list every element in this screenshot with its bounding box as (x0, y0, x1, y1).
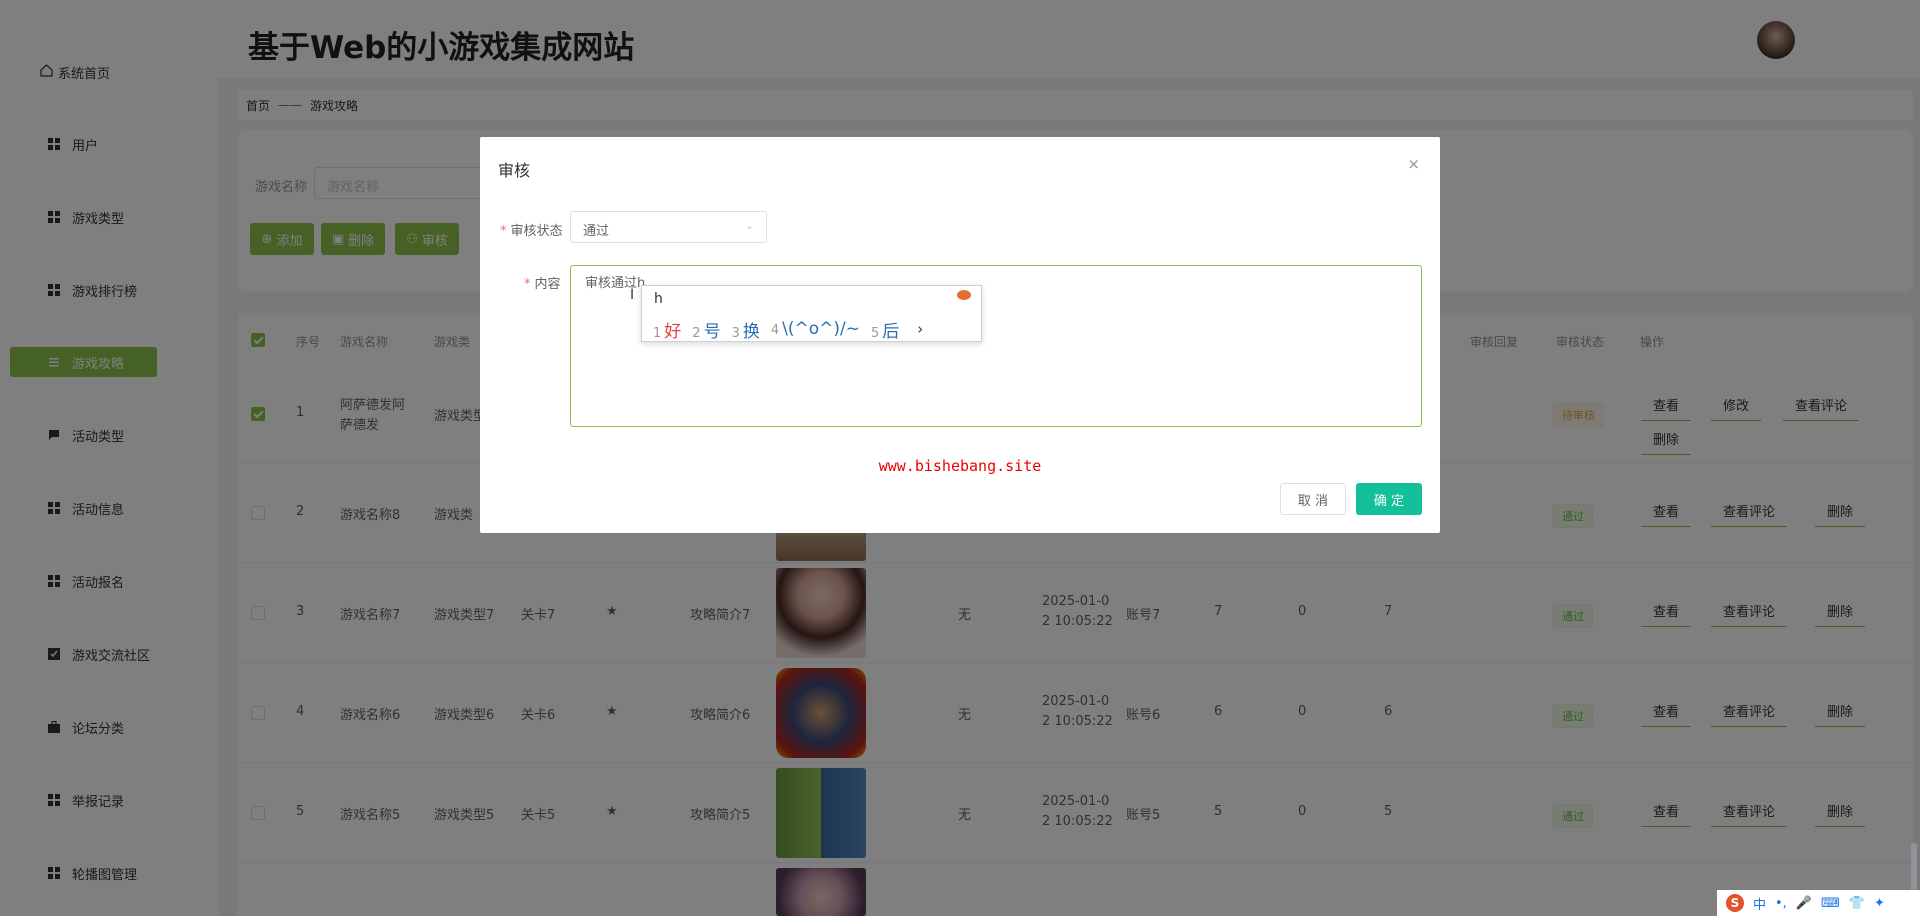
ime-candidate-text: 好 (664, 321, 682, 342)
language-toggle[interactable]: 中 (1753, 894, 1766, 913)
ime-candidate-text: \(^o^)/~ (782, 319, 860, 339)
content-field-label: * 内容 (524, 277, 561, 292)
tools-icon[interactable]: ✦ (1874, 896, 1885, 911)
ime-candidates: 1好 2号 3换 4 \(^o^)/~ 5后 › (642, 316, 981, 342)
cancel-button[interactable]: 取 消 (1280, 483, 1346, 515)
close-icon[interactable]: × (1407, 155, 1420, 173)
ime-candidate-number: 1 (653, 325, 662, 341)
status-select[interactable]: 通过 ⌄ (570, 211, 767, 243)
ime-candidate[interactable]: 4 \(^o^)/~ (771, 319, 860, 339)
status-select-value: 通过 (583, 224, 610, 239)
ime-logo-icon (957, 290, 971, 300)
status-field-label: * 审核状态 (500, 224, 563, 239)
chevron-down-icon: ⌄ (744, 219, 754, 232)
ime-candidate-number: 5 (870, 325, 880, 341)
microphone-icon[interactable]: 🎤 (1796, 896, 1812, 911)
ime-next-page-icon[interactable]: › (917, 320, 923, 338)
ime-candidate-text: 后 (882, 321, 900, 342)
confirm-button[interactable]: 确 定 (1356, 483, 1422, 515)
ime-candidate-number: 2 (692, 325, 701, 341)
ime-candidate[interactable]: 1好 (653, 317, 681, 342)
status-label-text: 审核状态 (510, 224, 563, 239)
watermark: www.bishebang.site (878, 457, 1042, 475)
ime-candidate[interactable]: 2号 (692, 317, 720, 342)
text-cursor-icon: I (630, 287, 635, 303)
ime-candidate[interactable]: 3换 (732, 317, 760, 342)
ime-candidate[interactable]: 5后 (871, 317, 899, 342)
ime-candidate-window: h 1好 2号 3换 4 \(^o^)/~ 5后 › (641, 285, 982, 342)
ime-candidate-text: 号 (703, 321, 721, 342)
sogou-logo-icon[interactable]: S (1726, 894, 1744, 912)
ime-toolbar: S 中 •, 🎤 ⌨ 👕 ✦ (1717, 890, 1920, 916)
ime-candidate-number: 3 (731, 325, 740, 341)
ime-candidate-number: 4 (770, 323, 780, 338)
content-label-text: 内容 (534, 277, 561, 292)
skin-icon[interactable]: 👕 (1849, 896, 1865, 911)
ime-composition: h (654, 291, 663, 307)
keyboard-icon[interactable]: ⌨ (1821, 896, 1840, 911)
punctuation-icon[interactable]: •, (1775, 896, 1787, 911)
ime-candidate-text: 换 (742, 321, 760, 342)
dialog-title: 审核 (498, 161, 531, 180)
